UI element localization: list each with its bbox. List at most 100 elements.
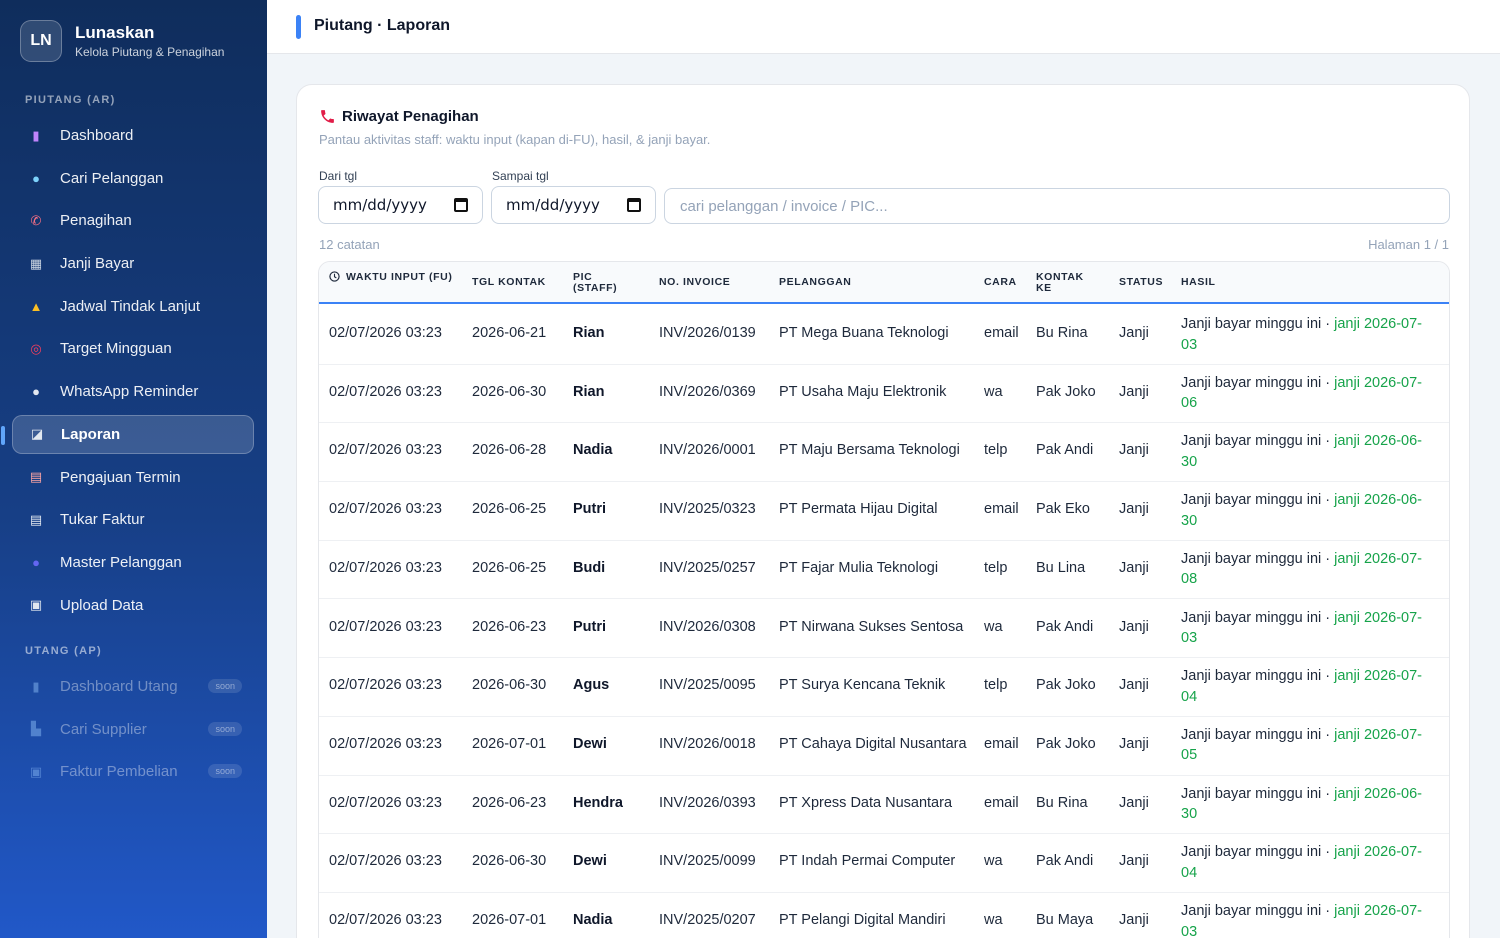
cell-kontak: Pak Andi — [1036, 618, 1094, 635]
cell-status: Janji — [1119, 853, 1149, 870]
date-to-input[interactable]: mm/dd/yyyy — [491, 186, 656, 224]
search-input[interactable] — [664, 188, 1450, 224]
col-hasil[interactable]: HASIL — [1181, 277, 1216, 288]
title-accent-bar — [296, 15, 301, 39]
col-pic[interactable]: PIC (STAFF) — [573, 272, 631, 294]
col-tgl-kontak[interactable]: TGL KONTAK — [472, 277, 546, 288]
cell-cara: email — [984, 325, 1019, 341]
hasil-text: Janji bayar minggu ini — [1181, 785, 1322, 802]
soon-badge: soon — [208, 764, 242, 779]
sidebar-item-laporan[interactable]: ◪ Laporan — [1, 414, 254, 454]
calendar-icon: ▦ — [29, 255, 43, 271]
table-row[interactable]: 02/07/2026 03:23 2026-07-01 Nadia INV/2025/… — [319, 893, 1449, 938]
sidebar-item-jadwal-tindak-lanjut[interactable]: ▲ Jadwal Tindak Lanjut — [12, 287, 254, 326]
riwayat-card: Riwayat Penagihan Pantau aktivitas staff… — [296, 84, 1470, 938]
table-row[interactable]: 02/07/2026 03:23 2026-06-30 Agus INV/2025/0… — [319, 658, 1449, 717]
sidebar-item-whatsapp-reminder[interactable]: ● WhatsApp Reminder — [12, 372, 254, 411]
receipt-icon: ▣ — [29, 763, 43, 779]
date-to-placeholder: mm/dd/yyyy — [506, 196, 600, 214]
sidebar-item-label: Cari Supplier — [60, 720, 147, 738]
cell-pic: Budi — [573, 559, 606, 576]
sidebar-item-dashboard-utang[interactable]: ▮ Dashboard Utang soon — [12, 667, 254, 706]
cell-status: Janji — [1119, 735, 1149, 752]
calendar-icon[interactable] — [627, 198, 641, 212]
brand[interactable]: LN Lunaskan Kelola Piutang & Penagihan — [20, 20, 224, 62]
sidebar-item-label: WhatsApp Reminder — [60, 383, 199, 401]
table-row[interactable]: 02/07/2026 03:23 2026-06-30 Rian INV/2026/0… — [319, 365, 1449, 424]
cell-hasil: Janji bayar minggu ini · janji 2026-07-0… — [1181, 608, 1436, 649]
cell-tgl: 2026-06-30 — [472, 383, 547, 400]
sidebar-item-faktur-pembelian[interactable]: ▣ Faktur Pembelian soon — [12, 752, 254, 791]
hasil-text: Janji bayar minggu ini — [1181, 374, 1322, 391]
cell-cara: wa — [984, 383, 1003, 400]
sidebar-item-pengajuan-termin[interactable]: ▤ Pengajuan Termin — [12, 458, 254, 497]
soon-badge: soon — [208, 721, 242, 736]
phone-icon — [321, 110, 334, 123]
table-row[interactable]: 02/07/2026 03:23 2026-06-23 Hendra INV/2026… — [319, 776, 1449, 835]
hasil-text: Janji bayar minggu ini — [1181, 844, 1322, 861]
cell-kontak: Bu Maya — [1036, 912, 1094, 928]
sidebar-item-label: Master Pelanggan — [60, 553, 182, 571]
col-invoice[interactable]: NO. INVOICE — [659, 277, 730, 288]
table-row[interactable]: 02/07/2026 03:23 2026-06-23 Putri INV/2026/… — [319, 600, 1449, 659]
cell-hasil: Janji bayar minggu ini · janji 2026-07-0… — [1181, 842, 1436, 883]
col-cara[interactable]: CARA — [984, 277, 1017, 288]
sidebar-item-label: Target Mingguan — [60, 340, 172, 358]
col-kontak-ke[interactable]: KONTAK KE — [1036, 272, 1096, 294]
col-status[interactable]: STATUS — [1119, 277, 1163, 288]
page-title: Piutang · Laporan — [314, 17, 450, 34]
pagination-label: Halaman 1 / 1 — [1368, 237, 1449, 252]
cell-pic: Rian — [573, 325, 605, 341]
cell-kontak: Pak Joko — [1036, 677, 1096, 694]
cell-hasil: Janji bayar minggu ini · janji 2026-06-3… — [1181, 431, 1436, 472]
cell-waktu: 02/07/2026 03:23 — [329, 383, 442, 400]
sidebar-item-tukar-faktur[interactable]: ▤ Tukar Faktur — [12, 500, 254, 539]
hasil-separator: · — [1321, 785, 1335, 802]
sidebar-item-master-pelanggan[interactable]: ● Master Pelanggan — [12, 543, 254, 582]
cell-pelanggan: PT Permata Hijau Digital — [779, 501, 938, 518]
cell-waktu: 02/07/2026 03:23 — [329, 442, 442, 459]
cell-pic: Dewi — [573, 853, 607, 870]
table-row[interactable]: 02/07/2026 03:23 2026-06-25 Budi INV/2025/0… — [319, 541, 1449, 600]
hasil-separator: · — [1321, 668, 1335, 685]
calendar-icon[interactable] — [454, 198, 468, 212]
sidebar-item-cari-pelanggan[interactable]: ● Cari Pelanggan — [12, 159, 254, 198]
cell-waktu: 02/07/2026 03:23 — [329, 794, 442, 811]
upload-icon: ▣ — [29, 597, 43, 613]
hasil-separator: · — [1321, 492, 1335, 509]
sidebar-item-target-mingguan[interactable]: ◎ Target Mingguan — [12, 329, 254, 368]
section-label-ar: PIUTANG (AR) — [25, 94, 116, 106]
filter-to-label: Sampai tgl — [492, 169, 549, 183]
document-icon: ▤ — [29, 469, 43, 484]
table-row[interactable]: 02/07/2026 03:23 2026-06-25 Putri INV/2025/… — [319, 482, 1449, 541]
col-pelanggan[interactable]: PELANGGAN — [779, 277, 852, 288]
table-row[interactable]: 02/07/2026 03:23 2026-07-01 Dewi INV/2026/0… — [319, 717, 1449, 776]
cell-hasil: Janji bayar minggu ini · janji 2026-07-0… — [1181, 373, 1436, 414]
cell-pelanggan: PT Mega Buana Teknologi — [779, 325, 949, 341]
sidebar-item-janji-bayar[interactable]: ▦ Janji Bayar — [12, 244, 254, 283]
sidebar-item-label: Faktur Pembelian — [60, 763, 178, 781]
date-from-input[interactable]: mm/dd/yyyy — [318, 186, 483, 224]
hasil-text: Janji bayar minggu ini — [1181, 433, 1322, 450]
record-count: 12 catatan — [319, 237, 380, 252]
sidebar-item-dashboard[interactable]: ▮ Dashboard — [12, 116, 254, 155]
table-row[interactable]: 02/07/2026 03:23 2026-06-21 Rian INV/2026/0… — [319, 306, 1449, 365]
sidebar-item-label: Upload Data — [60, 596, 144, 614]
sidebar-item-label: Pengajuan Termin — [60, 468, 181, 486]
sidebar-item-cari-supplier[interactable]: ▙ Cari Supplier soon — [12, 710, 254, 749]
sidebar-item-penagihan[interactable]: ✆ Penagihan — [12, 201, 254, 240]
cell-tgl: 2026-07-01 — [472, 735, 547, 752]
table-row[interactable]: 02/07/2026 03:23 2026-06-30 Dewi INV/2025/0… — [319, 834, 1449, 893]
cell-invoice: INV/2025/0095 — [659, 677, 756, 694]
cell-status: Janji — [1119, 912, 1149, 928]
cell-tgl: 2026-06-30 — [472, 677, 547, 694]
cell-cara: email — [984, 735, 1019, 752]
col-waktu-input[interactable]: WAKTU INPUT (FU) — [329, 272, 459, 283]
cell-pic: Putri — [573, 501, 607, 518]
cell-invoice: INV/2026/0001 — [659, 442, 756, 459]
document-list-icon: ▤ — [29, 511, 43, 527]
cell-invoice: INV/2026/0018 — [659, 735, 756, 752]
table-row[interactable]: 02/07/2026 03:23 2026-06-28 Nadia INV/2026/… — [319, 423, 1449, 483]
sidebar-item-upload-data[interactable]: ▣ Upload Data — [12, 586, 254, 625]
hasil-text: Janji bayar minggu ini — [1181, 726, 1322, 743]
